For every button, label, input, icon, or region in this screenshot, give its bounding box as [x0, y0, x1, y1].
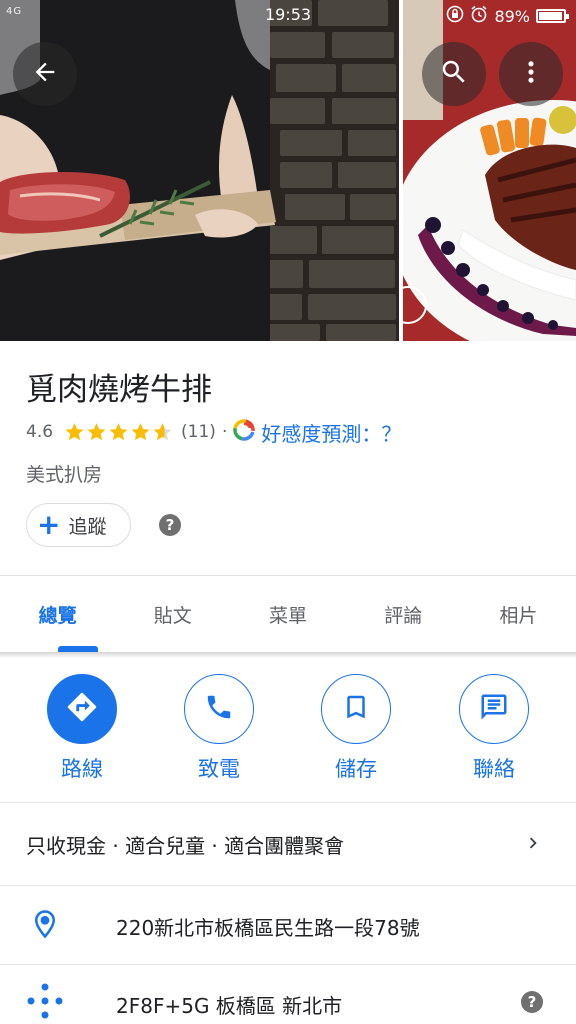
divider [0, 964, 576, 965]
rating-value: 4.6 [26, 422, 54, 442]
arrow-back-icon [31, 58, 59, 90]
save-button[interactable]: 儲存 [306, 674, 406, 783]
prediction-link[interactable]: 好感度預測：？ [261, 418, 401, 447]
plus-code-icon [26, 982, 64, 1024]
message-button[interactable]: 聯絡 [444, 674, 544, 783]
save-circle[interactable] [321, 674, 391, 744]
battery-percent: 89% [494, 6, 530, 26]
more-vert-icon [517, 58, 545, 90]
directions-circle[interactable] [47, 674, 117, 744]
address-row[interactable]: 220新北市板橋區民生路一段78號 [0, 895, 576, 955]
google-logo-icon [233, 418, 256, 446]
star-icon [87, 423, 106, 441]
tab-posts[interactable]: 貼文 [115, 576, 230, 652]
status-bar: 4G 19:53 89% [0, 0, 576, 30]
tab-bar-shadow [0, 652, 576, 658]
directions-icon [65, 690, 99, 728]
divider [0, 802, 576, 803]
message-icon [479, 692, 509, 726]
address-text: 220新北市板橋區民生路一段78號 [116, 916, 420, 940]
message-circle[interactable] [459, 674, 529, 744]
search-button[interactable] [422, 42, 486, 106]
follow-button[interactable]: + 追蹤 [26, 503, 131, 547]
location-pin-icon [30, 907, 60, 945]
help-icon[interactable]: ? [521, 991, 543, 1013]
save-label: 儲存 [335, 757, 377, 781]
amenities-row[interactable]: 只收現金 · 適合兒童 · 適合團體聚會 [26, 830, 344, 859]
review-count[interactable]: (11) [181, 422, 216, 442]
tab-menu[interactable]: 菜單 [230, 576, 345, 652]
tab-overview[interactable]: 總覽 [0, 576, 115, 652]
battery-icon [536, 9, 569, 23]
alarm-icon [470, 5, 488, 27]
star-icon [65, 423, 84, 441]
call-circle[interactable] [184, 674, 254, 744]
photo-gallery[interactable]: 4G 19:53 89% [0, 0, 576, 341]
rating-row[interactable]: 4.6 (11) · 好感度預測：？ [26, 418, 401, 447]
action-buttons: 路線 致電 儲存 聯絡 [0, 674, 576, 784]
status-right: 89% [446, 5, 569, 27]
place-title: 覓肉燒烤牛排 [26, 372, 212, 408]
call-button[interactable]: 致電 [169, 674, 269, 783]
back-button[interactable] [13, 42, 77, 106]
star-icon [109, 423, 128, 441]
separator-dot: · [221, 422, 228, 442]
place-category: 美式扒房 [26, 464, 103, 486]
plus-icon: + [37, 508, 61, 541]
search-icon [439, 57, 469, 91]
directions-button[interactable]: 路線 [32, 674, 132, 783]
message-label: 聯絡 [473, 757, 515, 781]
follow-label: 追蹤 [68, 515, 107, 538]
call-label: 致電 [198, 757, 240, 781]
star-icon [153, 423, 172, 441]
star-icon [131, 423, 150, 441]
divider [0, 885, 576, 886]
tab-photos[interactable]: 相片 [461, 576, 576, 652]
plus-code-row[interactable]: 2F8F+5G 板橋區 新北市 [0, 974, 576, 1024]
directions-label: 路線 [61, 757, 103, 781]
more-options-button[interactable] [499, 42, 563, 106]
bookmark-icon [341, 692, 371, 726]
chevron-right-icon[interactable] [522, 831, 544, 859]
phone-icon [204, 692, 234, 726]
tab-reviews[interactable]: 評論 [346, 576, 461, 652]
rating-stars [63, 421, 173, 443]
lock-rotation-icon [446, 5, 464, 27]
tab-bar: 總覽 貼文 菜單 評論 相片 [0, 576, 576, 652]
help-icon[interactable]: ? [159, 514, 181, 536]
plus-code-text: 2F8F+5G 板橋區 新北市 [116, 994, 343, 1018]
